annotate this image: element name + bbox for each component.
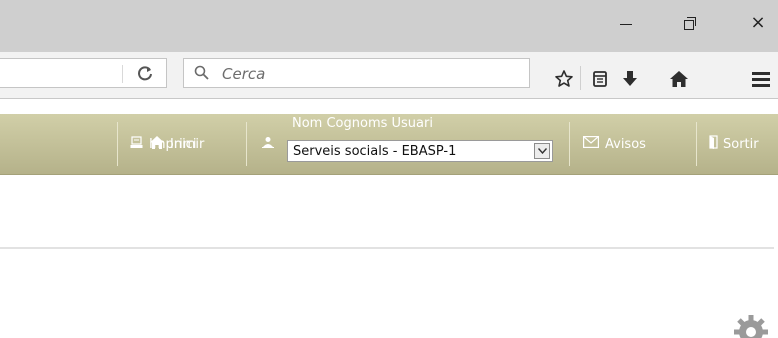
envelope-icon — [583, 136, 600, 152]
minimize-button[interactable] — [604, 0, 648, 52]
department-select[interactable]: Serveis socials - EBASP-1 — [287, 140, 553, 162]
user-name: Nom Cognoms Usuari — [292, 116, 433, 131]
exit-door-icon — [708, 135, 720, 153]
window-titlebar: × — [0, 0, 778, 52]
search-icon — [194, 65, 209, 80]
print-link-inner[interactable]: Imprimir — [130, 114, 204, 174]
close-button[interactable]: × — [738, 0, 778, 52]
exit-link-label: Sortir — [723, 136, 759, 152]
header-divider — [117, 122, 118, 166]
url-bar-divider — [122, 65, 123, 83]
star-icon[interactable] — [551, 66, 577, 92]
search-bar[interactable]: Cerca — [183, 58, 530, 88]
header-divider — [569, 122, 570, 166]
minimize-icon — [620, 23, 632, 25]
menu-icon[interactable] — [748, 66, 774, 92]
exit-link[interactable]: Sortir — [708, 114, 759, 174]
chevron-down-icon[interactable] — [534, 143, 550, 159]
restore-button[interactable] — [668, 0, 712, 52]
search-placeholder: Cerca — [222, 65, 266, 83]
notices-link[interactable]: Avisos — [583, 114, 646, 174]
printer-icon — [130, 135, 143, 153]
toolbar-divider — [580, 66, 581, 90]
url-bar[interactable] — [0, 58, 167, 88]
reading-list-icon[interactable] — [587, 66, 613, 92]
content-divider — [0, 247, 774, 249]
gear-icon[interactable] — [731, 312, 771, 338]
close-icon: × — [750, 12, 766, 33]
department-select-value: Serveis socials - EBASP-1 — [293, 143, 457, 159]
home-icon[interactable] — [666, 66, 692, 92]
user-avatar-wrap — [262, 114, 280, 174]
reload-icon[interactable] — [135, 63, 155, 83]
header-divider — [246, 122, 247, 166]
header-divider — [696, 122, 697, 166]
restore-icon — [684, 17, 696, 30]
download-icon[interactable] — [617, 66, 643, 92]
notices-link-label: Avisos — [605, 136, 646, 152]
user-icon — [262, 136, 274, 152]
print-link-label: Imprimir — [149, 136, 205, 152]
